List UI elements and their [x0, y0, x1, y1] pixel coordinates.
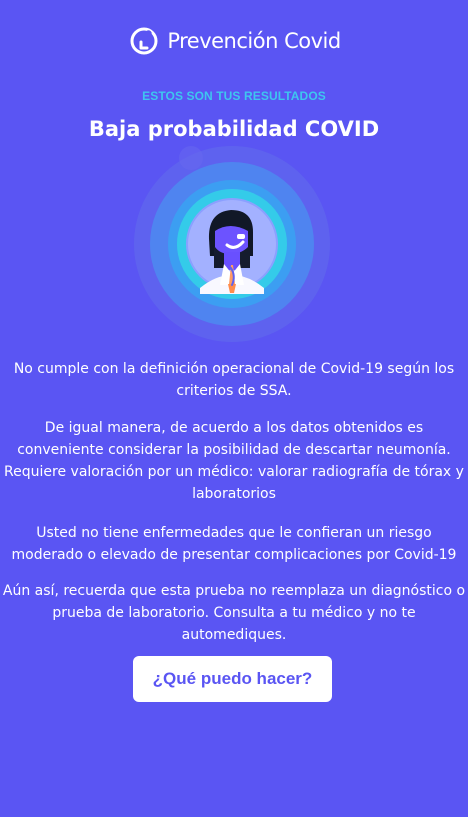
- results-eyebrow: ESTOS SON TUS RESULTADOS: [142, 89, 326, 103]
- brand-name: Prevención Covid: [167, 28, 341, 53]
- results-page: Prevención Covid ESTOS SON TUS RESULTADO…: [0, 0, 468, 817]
- app-header: Prevención Covid: [0, 22, 468, 60]
- result-message-1: No cumple con la definición operacional …: [13, 361, 455, 399]
- doctor-avatar-icon: [134, 146, 330, 342]
- result-message-4: Aún así, recuerda que esta prueba no ree…: [2, 583, 466, 643]
- page-title: Baja probabilidad COVID: [88, 117, 380, 142]
- prevencion-covid-logo-icon: [127, 24, 161, 58]
- result-message-2: De igual manera, de acuerdo a los datos …: [4, 420, 464, 502]
- doctor-illustration: [132, 144, 332, 344]
- result-message-3: Usted no tiene enfermedades que le confi…: [11, 525, 457, 563]
- what-can-i-do-button[interactable]: ¿Qué puedo hacer?: [133, 656, 332, 702]
